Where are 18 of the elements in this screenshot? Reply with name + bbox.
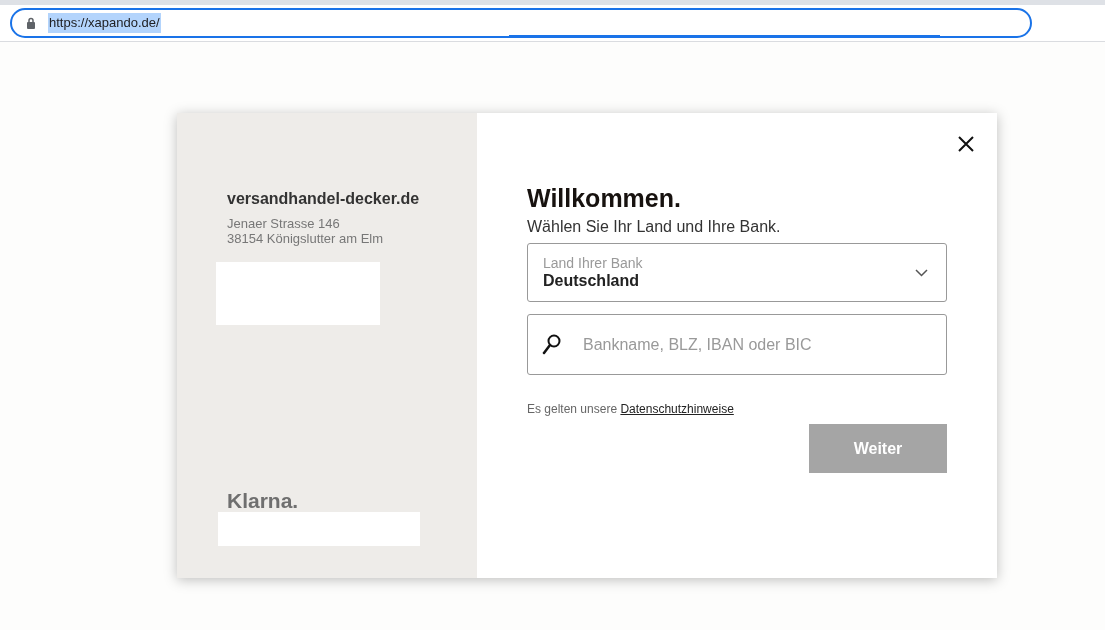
privacy-note: Es gelten unsere Datenschutzhinweise	[527, 401, 735, 418]
country-select-label: Land Ihrer Bank	[543, 254, 644, 271]
dialog-subtitle: Wählen Sie Ihr Land und Ihre Bank.	[527, 217, 782, 237]
merchant-name: versandhandel-decker.de	[227, 189, 421, 209]
bank-search-field[interactable]: Bankname, BLZ, IBAN oder BIC	[527, 314, 947, 375]
url-text: https://xapando.de/	[48, 13, 161, 33]
merchant-address-line: Jenaer Strasse 146	[227, 216, 341, 231]
merchant-address-line: 38154 Königslutter am Elm	[227, 231, 385, 246]
lock-icon	[26, 17, 36, 29]
chevron-down-icon	[915, 268, 928, 277]
search-icon	[542, 334, 561, 355]
address-bar[interactable]: https://xapando.de/	[10, 8, 1032, 38]
privacy-link[interactable]: Datenschutzhinweise	[620, 402, 734, 416]
dialog-title: Willkommen.	[527, 183, 682, 213]
country-select-value: Deutschland	[543, 270, 640, 291]
country-select[interactable]: Land Ihrer Bank Deutschland	[527, 243, 947, 302]
klarna-logo: Klarna.	[227, 490, 300, 512]
close-icon	[958, 136, 974, 152]
